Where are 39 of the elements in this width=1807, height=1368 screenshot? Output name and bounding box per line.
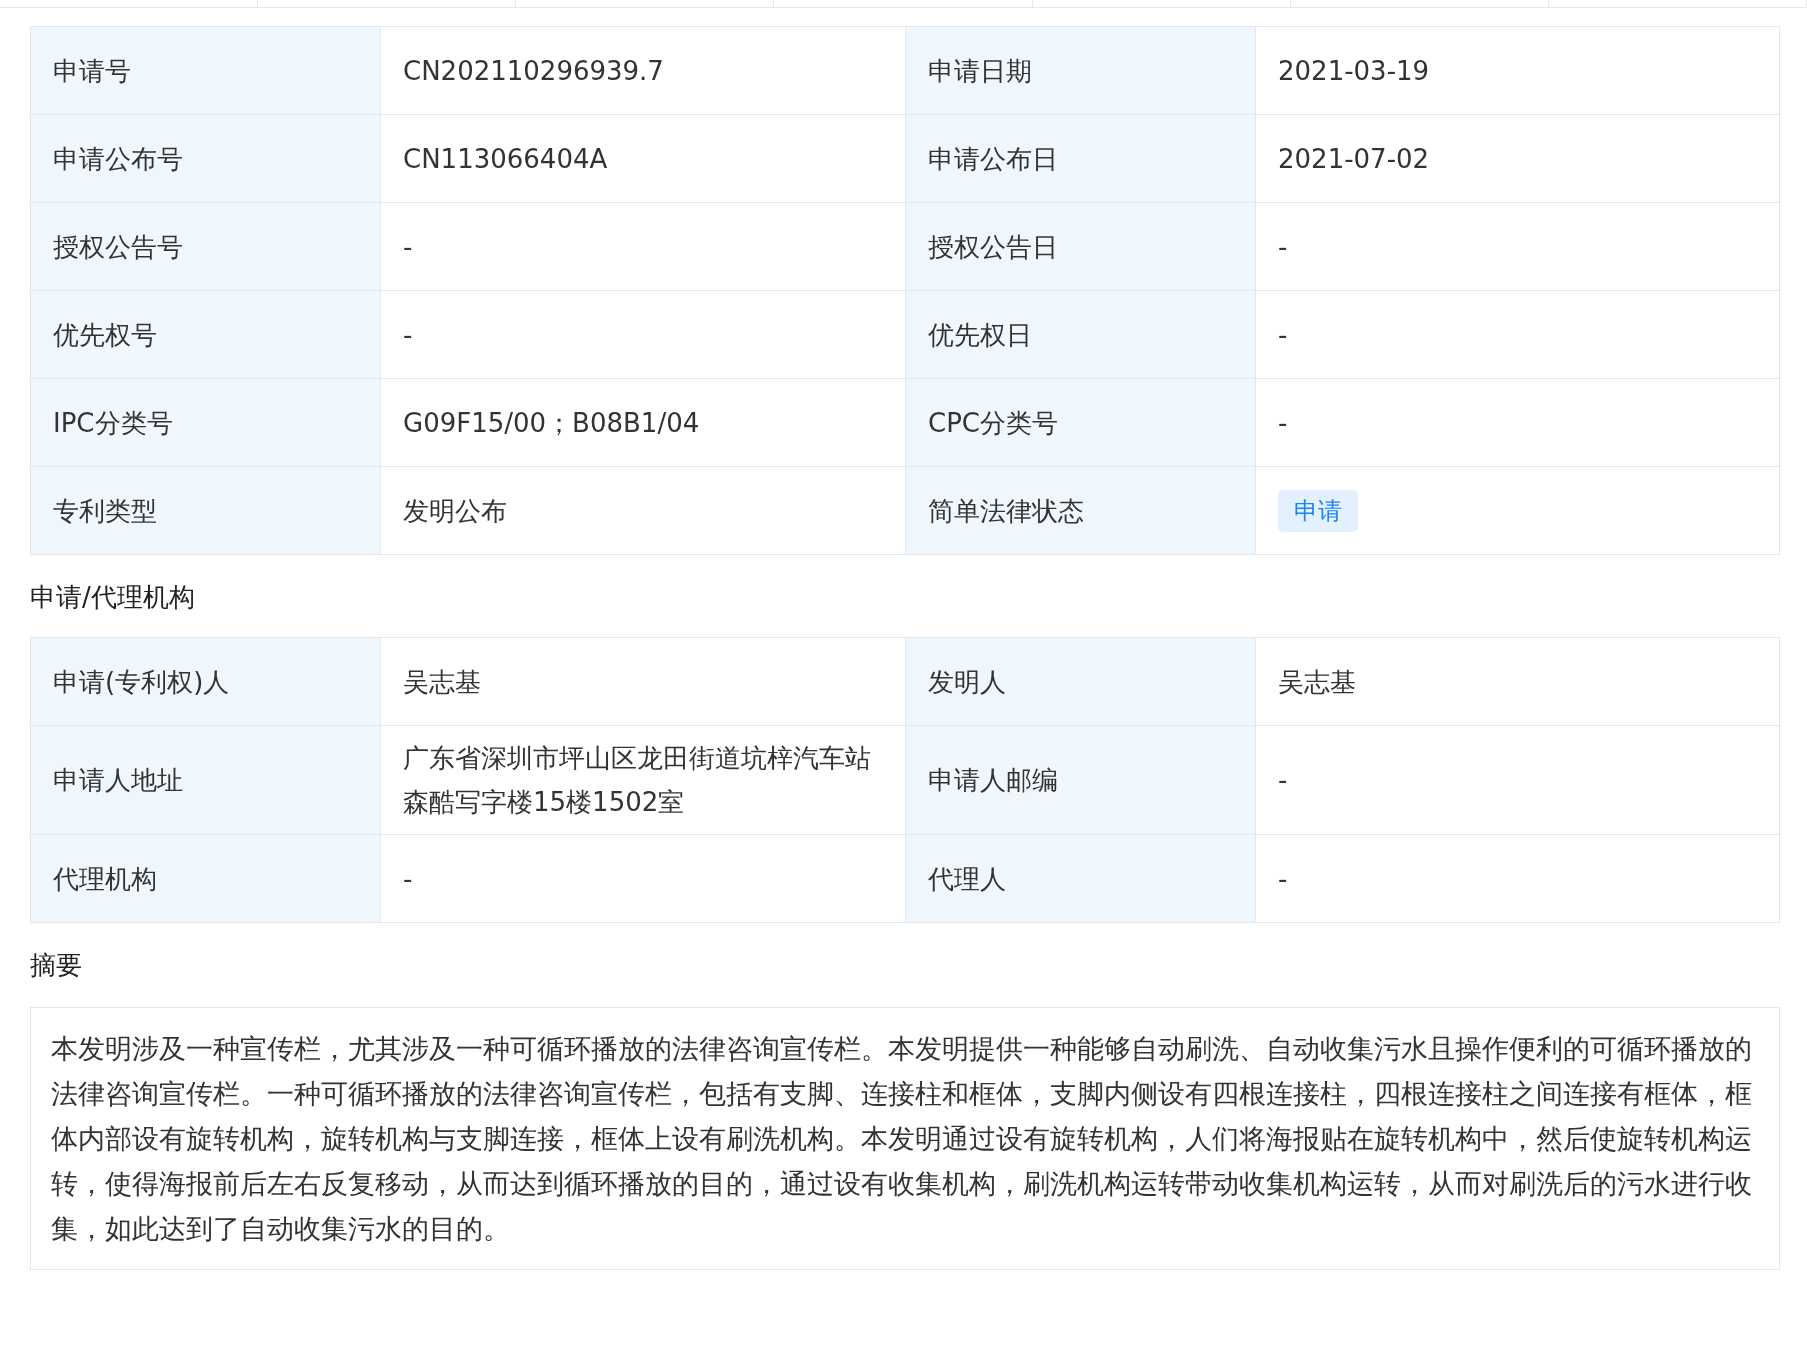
field-label: 代理人 [906,835,1256,923]
field-value: - [1256,835,1780,923]
section-title: 摘要 [30,949,83,982]
field-value: - [1256,291,1780,379]
field-value: - [381,835,906,923]
field-label: 授权公告号 [31,203,381,291]
field-label: 授权公告日 [906,203,1256,291]
field-label: 申请日期 [906,27,1256,115]
field-value: 发明公布 [381,467,906,555]
field-label: 优先权号 [31,291,381,379]
status-badge: 申请 [1278,489,1358,532]
field-label: 申请号 [31,27,381,115]
field-value: - [381,203,906,291]
field-value: - [381,291,906,379]
field-label: 申请公布号 [31,115,381,203]
field-label: 申请人邮编 [906,726,1256,835]
field-label: 代理机构 [31,835,381,923]
field-value: - [1256,726,1780,835]
field-label: 发明人 [906,638,1256,726]
field-value: 2021-07-02 [1256,115,1780,203]
field-label: IPC分类号 [31,379,381,467]
field-value: CN202110296939.7 [381,27,906,115]
field-label: 简单法律状态 [906,467,1256,555]
field-value: 吴志基 [1256,638,1780,726]
field-label: 申请人地址 [31,726,381,835]
abstract-text: 本发明涉及一种宣传栏，尤其涉及一种可循环播放的法律咨询宣传栏。本发明提供一种能够自动刷洗、自动收集污水且操作便利的可循环播放的法律咨询宣传栏。一种可循环播放的法律咨询宣传栏，包括有支脚、连接柱和框体，支脚内侧设有四根连接柱，四根连接柱之间连接有框体，框体内部设有旋转机构，旋转机构与支脚连接，框体上设有刷洗机构。本发明通过设有旋转机构，人们将海报贴在旋转机构中，然后使旋转机构运转，使得海报前后左右反复移动，从而达到循环播放的目的，通过设有收集机构，刷洗机构运转带动收集机构运转，从而对刷洗后的污水进行收集，如此达到了自动收集污水的目的。 [30,1007,1780,1270]
field-label: CPC分类号 [906,379,1256,467]
field-label: 申请(专利权)人 [31,638,381,726]
field-value: 2021-03-19 [1256,27,1780,115]
field-value: 吴志基 [381,638,906,726]
field-value: G09F15/00；B08B1/04 [381,379,906,467]
field-value: 广东省深圳市坪山区龙田街道坑梓汽车站森酷写字楼15楼1502室 [381,726,906,835]
field-label: 优先权日 [906,291,1256,379]
field-label: 申请公布日 [906,115,1256,203]
field-value: - [1256,379,1780,467]
section-title: 申请/代理机构 [30,581,196,614]
field-value: CN113066404A [381,115,906,203]
field-label: 专利类型 [31,467,381,555]
field-value: - [1256,203,1780,291]
